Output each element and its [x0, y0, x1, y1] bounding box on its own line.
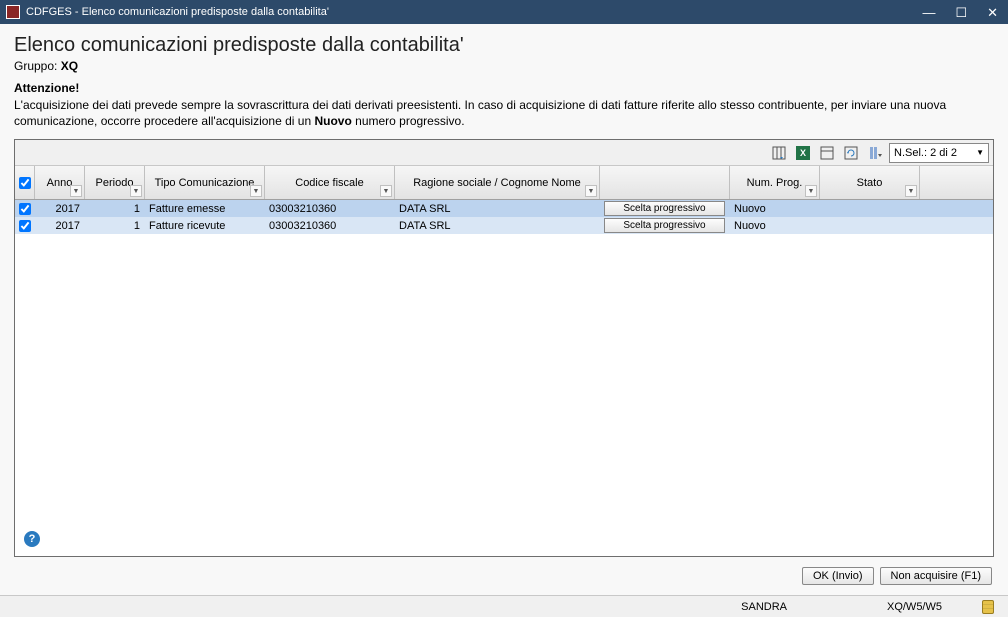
grid-tool-layout-icon[interactable] [817, 143, 837, 163]
chevron-down-icon[interactable]: ▼ [380, 185, 392, 197]
header-anno[interactable]: Anno▼ [35, 166, 85, 199]
header-num-prog[interactable]: Num. Prog.▼ [730, 166, 820, 199]
cancel-button[interactable]: Non acquisire (F1) [880, 567, 992, 585]
chevron-down-icon[interactable]: ▼ [130, 185, 142, 197]
close-button[interactable]: ✕ [983, 6, 1002, 19]
cell-codice-fiscale: 03003210360 [265, 217, 395, 234]
chevron-down-icon[interactable]: ▼ [585, 185, 597, 197]
scelta-progressivo-button[interactable]: Scelta progressivo [604, 201, 725, 216]
group-value: XQ [61, 59, 78, 73]
grid-body: 20171Fatture emesse03003210360DATA SRL Sc… [15, 200, 993, 556]
cell-periodo: 1 [85, 217, 145, 234]
cell-num-prog: Nuovo [730, 217, 820, 234]
cell-stato [820, 200, 920, 217]
cell-codice-fiscale: 03003210360 [265, 200, 395, 217]
header-periodo[interactable]: Periodo▼ [85, 166, 145, 199]
data-grid: X N.Sel.: 2 di 2 ▼ Anno▼ P [14, 139, 994, 557]
attention-body: L'acquisizione dei dati prevede sempre l… [14, 97, 994, 129]
chevron-down-icon[interactable]: ▼ [805, 185, 817, 197]
maximize-button[interactable]: ☐ [951, 6, 971, 19]
export-excel-icon[interactable]: X [793, 143, 813, 163]
attention-text-a: L'acquisizione dei dati prevede sempre l… [14, 98, 946, 128]
grid-header: Anno▼ Periodo▼ Tipo Comunicazione▼ Codic… [15, 166, 993, 200]
cell-tipo: Fatture ricevute [145, 217, 265, 234]
group-line: Gruppo: XQ [14, 59, 994, 73]
grid-tool-filter-icon[interactable] [865, 143, 885, 163]
header-codice-fiscale[interactable]: Codice fiscale▼ [265, 166, 395, 199]
app-icon [6, 5, 20, 19]
page-title: Elenco comunicazioni predisposte dalla c… [14, 34, 994, 57]
scelta-progressivo-button[interactable]: Scelta progressivo [604, 218, 725, 233]
status-path: XQ/W5/W5 [887, 601, 942, 613]
minimize-button[interactable]: — [918, 6, 939, 19]
help-icon[interactable]: ? [24, 531, 40, 547]
cell-anno: 2017 [35, 217, 85, 234]
header-checkbox[interactable] [15, 166, 35, 199]
chevron-down-icon[interactable]: ▼ [905, 185, 917, 197]
header-ragione-sociale[interactable]: Ragione sociale / Cognome Nome▼ [395, 166, 600, 199]
cell-anno: 2017 [35, 200, 85, 217]
grid-tool-columns-icon[interactable] [769, 143, 789, 163]
database-icon [982, 600, 994, 614]
cell-ragione-sociale: DATA SRL [395, 217, 600, 234]
status-user: SANDRA [741, 601, 787, 613]
chevron-down-icon: ▼ [976, 148, 984, 157]
header-stato[interactable]: Stato▼ [820, 166, 920, 199]
cell-tipo: Fatture emesse [145, 200, 265, 217]
row-checkbox[interactable] [15, 217, 35, 234]
window-title: CDFGES - Elenco comunicazioni predispost… [26, 6, 918, 18]
cell-num-prog: Nuovo [730, 200, 820, 217]
grid-toolbar: X N.Sel.: 2 di 2 ▼ [15, 140, 993, 166]
row-checkbox[interactable] [15, 200, 35, 217]
statusbar: SANDRA XQ/W5/W5 [0, 595, 1008, 617]
cell-periodo: 1 [85, 200, 145, 217]
header-scelta [600, 166, 730, 199]
ok-button[interactable]: OK (Invio) [802, 567, 874, 585]
chevron-down-icon[interactable]: ▼ [70, 185, 82, 197]
cell-scelta: Scelta progressivo [600, 217, 730, 234]
chevron-down-icon[interactable]: ▼ [250, 185, 262, 197]
attention-text-bold: Nuovo [314, 114, 351, 128]
selection-count-label: N.Sel.: 2 di 2 [894, 147, 957, 159]
attention-heading: Attenzione! [14, 81, 994, 95]
cell-ragione-sociale: DATA SRL [395, 200, 600, 217]
selection-count-combo[interactable]: N.Sel.: 2 di 2 ▼ [889, 143, 989, 163]
table-row[interactable]: 20171Fatture emesse03003210360DATA SRL Sc… [15, 200, 993, 217]
cell-scelta: Scelta progressivo [600, 200, 730, 217]
attention-text-b: numero progressivo. [352, 114, 465, 128]
grid-tool-refresh-icon[interactable] [841, 143, 861, 163]
cell-stato [820, 217, 920, 234]
table-row[interactable]: 20171Fatture ricevute03003210360DATA SRL… [15, 217, 993, 234]
titlebar: CDFGES - Elenco comunicazioni predispost… [0, 0, 1008, 24]
group-label: Gruppo: [14, 59, 57, 73]
header-tipo[interactable]: Tipo Comunicazione▼ [145, 166, 265, 199]
